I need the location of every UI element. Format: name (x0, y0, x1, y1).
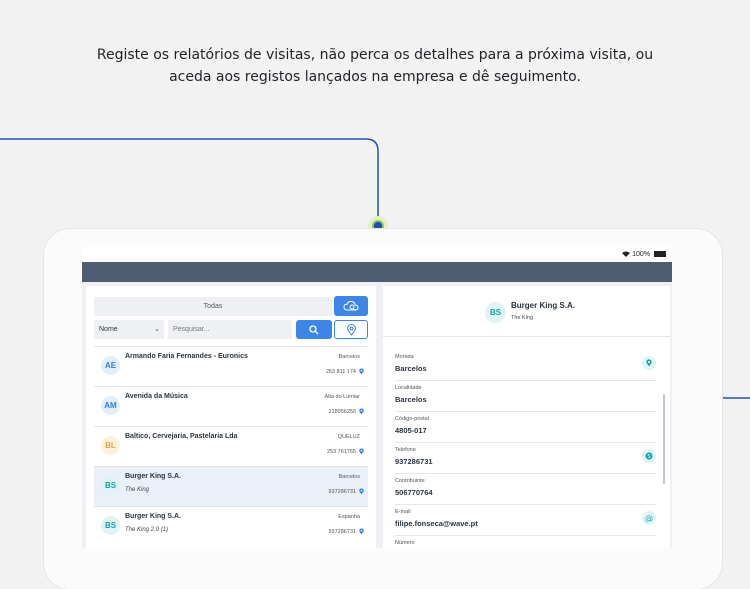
list-item[interactable]: BL Baltico, Cervejaria, Pastelaria Lda QUE… (94, 426, 368, 466)
detail-field: Contribuinte 506770764 (395, 474, 656, 505)
field-label: Contribuinte (395, 478, 425, 484)
list-item[interactable]: BS Burger King S.A. The King Barcelos 937286… (94, 466, 368, 506)
list-item-location: QUELUZ (337, 434, 360, 440)
field-value: 937286731 (395, 457, 433, 466)
detail-field: Telefone 937286731 S (395, 443, 656, 474)
list-item-phone: 253 811 174 (325, 369, 356, 375)
list-item[interactable]: AM Avenida da Música Alta do Lumiar 2189562… (94, 386, 368, 426)
map-pin-icon[interactable] (359, 448, 364, 455)
field-label: Número (395, 540, 415, 546)
list-item[interactable]: BS Burger King S.A. The King 2.0 (1) Espanh… (94, 506, 368, 546)
list-item[interactable]: AE Armando Faria Fernandes - Euronics Barc… (94, 346, 368, 386)
detail-field: Número (395, 536, 656, 548)
entity-list-pane: Todas Nome ⌄ Pesquisar... AE Armando Far… (86, 286, 376, 548)
cloud-search-icon (343, 300, 359, 311)
list-item-name: Burger King S.A. (125, 473, 182, 480)
field-value: Barcelos (395, 364, 427, 373)
list-item-name: Baltico, Cervejaria, Pastelaria Lda (125, 433, 238, 440)
skype-icon[interactable]: S (642, 449, 656, 463)
list-item-phone: 937286731 (328, 529, 356, 535)
map-pin-icon[interactable] (642, 356, 656, 370)
search-icon (309, 324, 319, 334)
svg-text:S: S (647, 454, 650, 460)
list-item-subtitle: The King (125, 487, 150, 493)
search-field-select[interactable]: Nome ⌄ (94, 320, 164, 339)
list-item-phone: 253 761765 (326, 449, 356, 455)
detail-header: BS Burger King S.A. The King (383, 286, 670, 337)
cloud-sync-button[interactable] (334, 296, 368, 316)
list-item-location: Alta do Lumiar (324, 394, 360, 400)
status-bar: 100% (82, 247, 672, 262)
avatar: BS (101, 476, 120, 495)
list-item-location: Barcelos (338, 474, 360, 480)
field-label: Código-postal (395, 416, 429, 422)
field-label: Telefone (395, 447, 416, 453)
map-pin-icon (346, 323, 356, 336)
list-item-phone: 218956256 (328, 409, 356, 415)
map-pin-icon[interactable] (359, 368, 364, 375)
avatar: BL (101, 436, 120, 455)
battery-icon (654, 251, 666, 258)
detail-field: E-mail filipe.fonseca@wave.pt @ (395, 505, 656, 536)
detail-field: Código-postal 4805-017 (395, 412, 656, 443)
map-pin-icon[interactable] (359, 488, 364, 495)
chevron-down-icon: ⌄ (154, 326, 160, 333)
battery-percent: 100% (632, 251, 651, 258)
detail-subtitle: The King (511, 315, 534, 321)
content-area: Todas Nome ⌄ Pesquisar... AE Armando Far… (82, 282, 672, 548)
field-value: 506770764 (395, 488, 433, 497)
detail-name: Burger King S.A. (511, 301, 576, 310)
map-search-button[interactable] (334, 320, 368, 339)
search-input[interactable]: Pesquisar... (168, 320, 292, 339)
at-icon[interactable]: @ (642, 511, 656, 525)
filter-all-dropdown[interactable]: Todas (94, 297, 332, 316)
field-value: Barcelos (395, 395, 427, 404)
detail-field: Morada Barcelos (395, 350, 656, 381)
search-field-value: Nome (99, 326, 118, 333)
entity-detail-pane: BS Burger King S.A. The King Morada Barce… (383, 286, 670, 548)
field-label: E-mail (395, 509, 411, 515)
wifi-icon (622, 251, 631, 258)
search-button[interactable] (296, 320, 332, 339)
field-label: Localidade (395, 385, 422, 391)
avatar: AE (101, 356, 120, 375)
list-item-phone: 937286731 (328, 489, 356, 495)
entity-list: AE Armando Faria Fernandes - Euronics Barc… (94, 346, 368, 546)
detail-fields: Morada Barcelos Localidade Barcelos Código-p… (395, 350, 656, 548)
field-label: Morada (395, 354, 414, 360)
map-pin-icon[interactable] (359, 528, 364, 535)
app-screen: 100% Todas Nome ⌄ Pesquisar... AE Armand… (82, 247, 672, 548)
svg-text:@: @ (645, 514, 653, 522)
field-value: 4805-017 (395, 426, 427, 435)
field-value: filipe.fonseca@wave.pt (395, 519, 478, 528)
list-item-name: Burger King S.A. (125, 513, 182, 520)
avatar: BS (101, 516, 120, 535)
avatar: AM (101, 396, 120, 415)
app-bar (82, 262, 672, 282)
map-pin-icon[interactable] (359, 408, 364, 415)
scrollbar[interactable] (663, 394, 665, 484)
detail-field: Localidade Barcelos (395, 381, 656, 412)
list-item-subtitle: The King 2.0 (1) (125, 527, 169, 533)
detail-avatar: BS (485, 302, 506, 323)
list-item-name: Armando Faria Fernandes - Euronics (125, 353, 248, 360)
list-item-location: Espanha (338, 514, 360, 520)
list-item-location: Barcelos (338, 354, 360, 360)
list-item-name: Avenida da Música (125, 393, 188, 400)
